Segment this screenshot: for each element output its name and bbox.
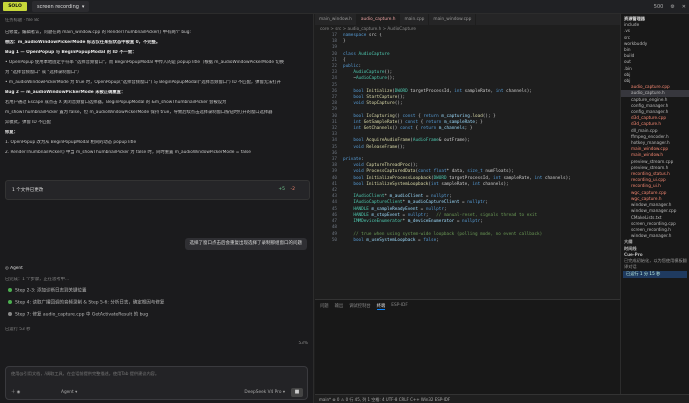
explorer-title: 资源管理器 xyxy=(624,16,645,21)
title-bar: SOLO screen recording ▾ 500 ⚙ ✕ xyxy=(0,0,689,14)
tab-main-window-h[interactable]: main_window.h xyxy=(315,14,357,25)
message-line: 修复： xyxy=(5,130,18,135)
app-window: SOLO screen recording ▾ 500 ⚙ ✕ 任务标题 · fi… xyxy=(0,0,689,403)
message-line: 为 "选择音频窗口" 或 "选择录制窗口"） xyxy=(5,70,82,75)
user-message: 选择了窗口点击后会重复出现选择了录制那组窗口的问题 xyxy=(184,238,307,250)
settings-icon[interactable]: ⚙ xyxy=(670,4,674,10)
agent-label: ◎ Agent xyxy=(5,266,308,272)
message-line: 异模式，弹窗 ID 不匹配 xyxy=(5,120,51,125)
model-select[interactable]: DeepSeek V4 Pro ▾ xyxy=(244,390,285,395)
message-line: 若用户通过 Escape 或点击 X 关闭音频窗口选择器，BeginPopupM… xyxy=(5,100,227,105)
message-line: 已修复。编辑者认，问题在两 main_window.cpp 的 RenderTh… xyxy=(5,30,191,35)
message-line: 根因：m_audioWindowPickerMode 标志仅在某些状态中被置 0… xyxy=(5,40,161,45)
mode-label: Agent xyxy=(61,390,74,395)
cue-status: 已运行 1 分 15 秒 xyxy=(623,271,687,278)
step-item[interactable]: Step 2-3: 添加诊断日志到关键位置 xyxy=(8,288,86,295)
message-line: • m_audioWindowPickerMode 为 true 时，OpenP… xyxy=(5,80,281,85)
code-line[interactable]: bool m_useSystemLoopback = false; xyxy=(343,238,618,244)
step-label: Step 2-3: 添加诊断日志到关键位置 xyxy=(15,288,87,294)
context-percent: 53% xyxy=(298,341,308,346)
diff-added: +5 xyxy=(278,187,285,192)
step-item[interactable]: Step 4: 读取广播回调的音频录制 & Step 5-6: 分析日志，确定根… xyxy=(8,300,164,307)
files-changed-card[interactable]: 1 个文件已更改 +5 -2 xyxy=(5,180,310,200)
message-line: • OpenPopup 使用本地固定字符串 "选择音频窗口"，而 BeginPo… xyxy=(5,60,284,65)
diff-removed: -2 xyxy=(290,187,296,192)
send-icon[interactable]: ■ xyxy=(291,388,303,397)
session-tab[interactable]: screen recording ▾ xyxy=(32,1,90,12)
agent-label-text: Agent xyxy=(10,266,23,271)
code-content[interactable]: namespace src {} class AudioCapture{publ… xyxy=(343,33,618,299)
close-icon[interactable]: ✕ xyxy=(682,4,686,10)
task-label: 任务标题 · file 8c xyxy=(5,18,40,23)
panel-tab[interactable]: 输出 xyxy=(335,303,344,310)
tab-main-window-cpp[interactable]: main_window.cpp xyxy=(429,14,477,25)
tab-main-cpp[interactable]: main.cpp xyxy=(400,14,430,25)
panel-tab[interactable]: ESP-IDF xyxy=(391,303,408,310)
message-line: Bug 2 — m_audioWindowPickerMode 未被正确重置： xyxy=(5,90,126,95)
model-label: DeepSeek V4 Pro xyxy=(244,390,282,395)
line-number: 50 xyxy=(331,237,337,243)
agent-subtitle: 已完成：1 个步骤，正在思考中... xyxy=(5,277,70,282)
panel-tab[interactable]: 调试控制台 xyxy=(349,303,370,310)
panel-tab[interactable]: 问题 xyxy=(320,303,329,310)
message-line: 1. OpenPopup 改为从 BeginPopupModal 相同的动态 p… xyxy=(5,140,137,145)
message-line: Bug 1 — OpenPopup 与 BeginPopupModal 的 ID… xyxy=(5,50,137,55)
attach-icon[interactable]: ＋ ◉ xyxy=(11,389,20,395)
chat-input[interactable]: 使用@引用文档，/调取工具，在会话前提供完整描述。使用Tab 提供建议内容。 ＋… xyxy=(5,366,308,400)
step-label: Step 4: 读取广播回调的音频录制 & Step 5-6: 分析日志，确定根… xyxy=(15,300,165,306)
line-numbers: 17 18 19 20 21 22 23 24 25 26 27 28 29 30 31 32 33 34 35 36… xyxy=(315,33,337,244)
editor-tabs: main_window.h audio_capture.h main.cpp m… xyxy=(315,14,620,25)
bottom-panel: 问题 输出 调试控制台 终端 ESP-IDF xyxy=(315,299,620,403)
panel-tab[interactable]: 终端 xyxy=(376,303,386,310)
message-line: 2. RenderThumbnailPicker() 中当 m_showThum… xyxy=(5,150,251,155)
check-icon xyxy=(8,300,12,304)
step-item[interactable]: Step 7: 修复 audio_capture.cpp 中 GetActiva… xyxy=(8,312,148,319)
cue-message: 已完成初始化，以为您使用模板翻译对话 xyxy=(624,257,687,270)
spinner-icon xyxy=(8,312,12,316)
explorer-sidebar: 资源管理器 include .vs src workbuddy bin build out.… xyxy=(620,14,689,394)
status-bar: main* ⊗ 0 ⚠ 0 行 45, 列 1 空格: 4 UTF-8 CRLF… xyxy=(315,394,689,403)
chevron-down-icon[interactable]: ▾ xyxy=(82,4,85,10)
tab-audio-capture-h[interactable]: audio_capture.h xyxy=(356,14,401,25)
message-line: m_showThumbnailPicker 置为 false，但 m_audio… xyxy=(5,110,273,115)
file-tree: include .vs src workbuddy bin build out .bin obj… xyxy=(621,22,689,239)
step-label: Step 7: 修复 audio_capture.cpp 中 GetActiva… xyxy=(15,312,149,318)
chat-panel: 任务标题 · file 8c 已修复。编辑者认，问题在两 main_window… xyxy=(0,14,314,403)
session-tab-label: screen recording xyxy=(37,3,79,10)
check-icon xyxy=(8,288,12,292)
running-time: 已运行 53 秒 xyxy=(5,327,31,332)
app-logo: SOLO xyxy=(3,2,27,11)
files-changed-label: 1 个文件已更改 xyxy=(12,188,44,193)
panel-tabs: 问题 输出 调试控制台 终端 ESP-IDF xyxy=(315,300,620,313)
code-editor: main_window.h audio_capture.h main.cpp m… xyxy=(315,14,620,403)
chat-input-placeholder: 使用@引用文档，/调取工具，在会话前提供完整描述。使用Tab 提供建议内容。 xyxy=(11,371,160,376)
mode-select[interactable]: Agent ▾ xyxy=(61,390,77,395)
breadcrumb[interactable]: core > src > audio_capture.h > AudioCapt… xyxy=(320,26,416,31)
credit-count: 500 xyxy=(653,3,664,10)
header-actions: 500 ⚙ ✕ xyxy=(654,4,686,10)
